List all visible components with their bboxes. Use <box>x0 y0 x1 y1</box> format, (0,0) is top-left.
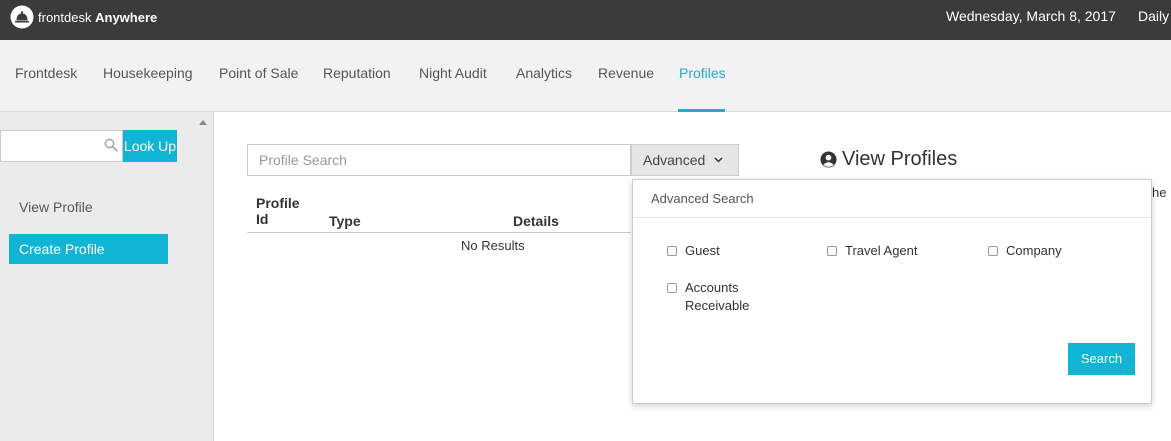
filter-guest[interactable]: Guest <box>667 242 720 260</box>
column-header-profile-id[interactable]: Profile Id <box>256 195 300 227</box>
column-header-details[interactable]: Details <box>513 213 559 229</box>
user-circle-icon <box>820 151 837 168</box>
brand-name: frontdesk Anywhere <box>38 9 158 25</box>
travel-agent-label: Travel Agent <box>845 243 918 258</box>
daily-menu[interactable]: Daily <box>1138 8 1169 24</box>
scroll-up-arrow-icon[interactable] <box>199 120 207 125</box>
filter-accounts-receivable[interactable]: Accounts Receivable <box>667 279 749 315</box>
advanced-search-title: Advanced Search <box>651 191 754 206</box>
create-profile-button[interactable]: Create Profile <box>9 234 168 264</box>
sidebar: Look Up View Profile Create Profile <box>0 112 192 441</box>
bell-icon <box>10 5 34 29</box>
main-nav: Frontdesk Housekeeping Point of Sale Rep… <box>0 40 1171 112</box>
sidebar-scrollbar[interactable] <box>192 112 214 441</box>
nav-item-housekeeping[interactable]: Housekeeping <box>103 65 193 81</box>
accounts-receivable-checkbox[interactable] <box>667 283 677 293</box>
no-results-text: No Results <box>461 238 525 253</box>
profile-search-input[interactable] <box>247 144 631 176</box>
active-tab-indicator <box>678 109 725 112</box>
page-title-text: View Profiles <box>842 148 958 170</box>
company-checkbox[interactable] <box>988 246 998 256</box>
page-title: View Profiles <box>820 148 957 171</box>
filter-travel-agent[interactable]: Travel Agent <box>827 242 918 260</box>
nav-item-profiles[interactable]: Profiles <box>679 65 726 81</box>
guest-checkbox[interactable] <box>667 246 677 256</box>
advanced-label: Advanced <box>643 152 706 168</box>
filter-company[interactable]: Company <box>988 242 1062 260</box>
look-up-button[interactable]: Look Up <box>123 130 177 162</box>
brand-logo[interactable]: frontdesk Anywhere <box>10 5 157 29</box>
top-bar: frontdesk Anywhere Wednesday, March 8, 2… <box>0 0 1171 40</box>
advanced-search-panel: Advanced Search Guest Travel Agent Compa… <box>632 179 1152 404</box>
nav-item-reputation[interactable]: Reputation <box>323 65 391 81</box>
accounts-receivable-label: Accounts Receivable <box>685 280 750 313</box>
advanced-search-button[interactable]: Search <box>1068 343 1135 375</box>
nav-item-night-audit[interactable]: Night Audit <box>419 65 487 81</box>
nav-item-analytics[interactable]: Analytics <box>516 65 572 81</box>
company-label: Company <box>1006 243 1062 258</box>
advanced-search-header: Advanced Search <box>633 180 1151 218</box>
travel-agent-checkbox[interactable] <box>827 246 837 256</box>
table-header-divider <box>247 232 631 233</box>
column-header-type[interactable]: Type <box>329 213 361 229</box>
search-icon <box>104 138 118 152</box>
view-profile-link[interactable]: View Profile <box>19 199 93 215</box>
guest-label: Guest <box>685 243 720 258</box>
advanced-search-toggle[interactable]: Advanced <box>631 144 739 176</box>
chevron-down-icon <box>714 157 723 163</box>
nav-item-revenue[interactable]: Revenue <box>598 65 654 81</box>
nav-item-point-of-sale[interactable]: Point of Sale <box>219 65 298 81</box>
truncated-description: he p <box>1152 185 1171 200</box>
current-date: Wednesday, March 8, 2017 <box>946 8 1116 24</box>
nav-item-frontdesk[interactable]: Frontdesk <box>15 65 77 81</box>
